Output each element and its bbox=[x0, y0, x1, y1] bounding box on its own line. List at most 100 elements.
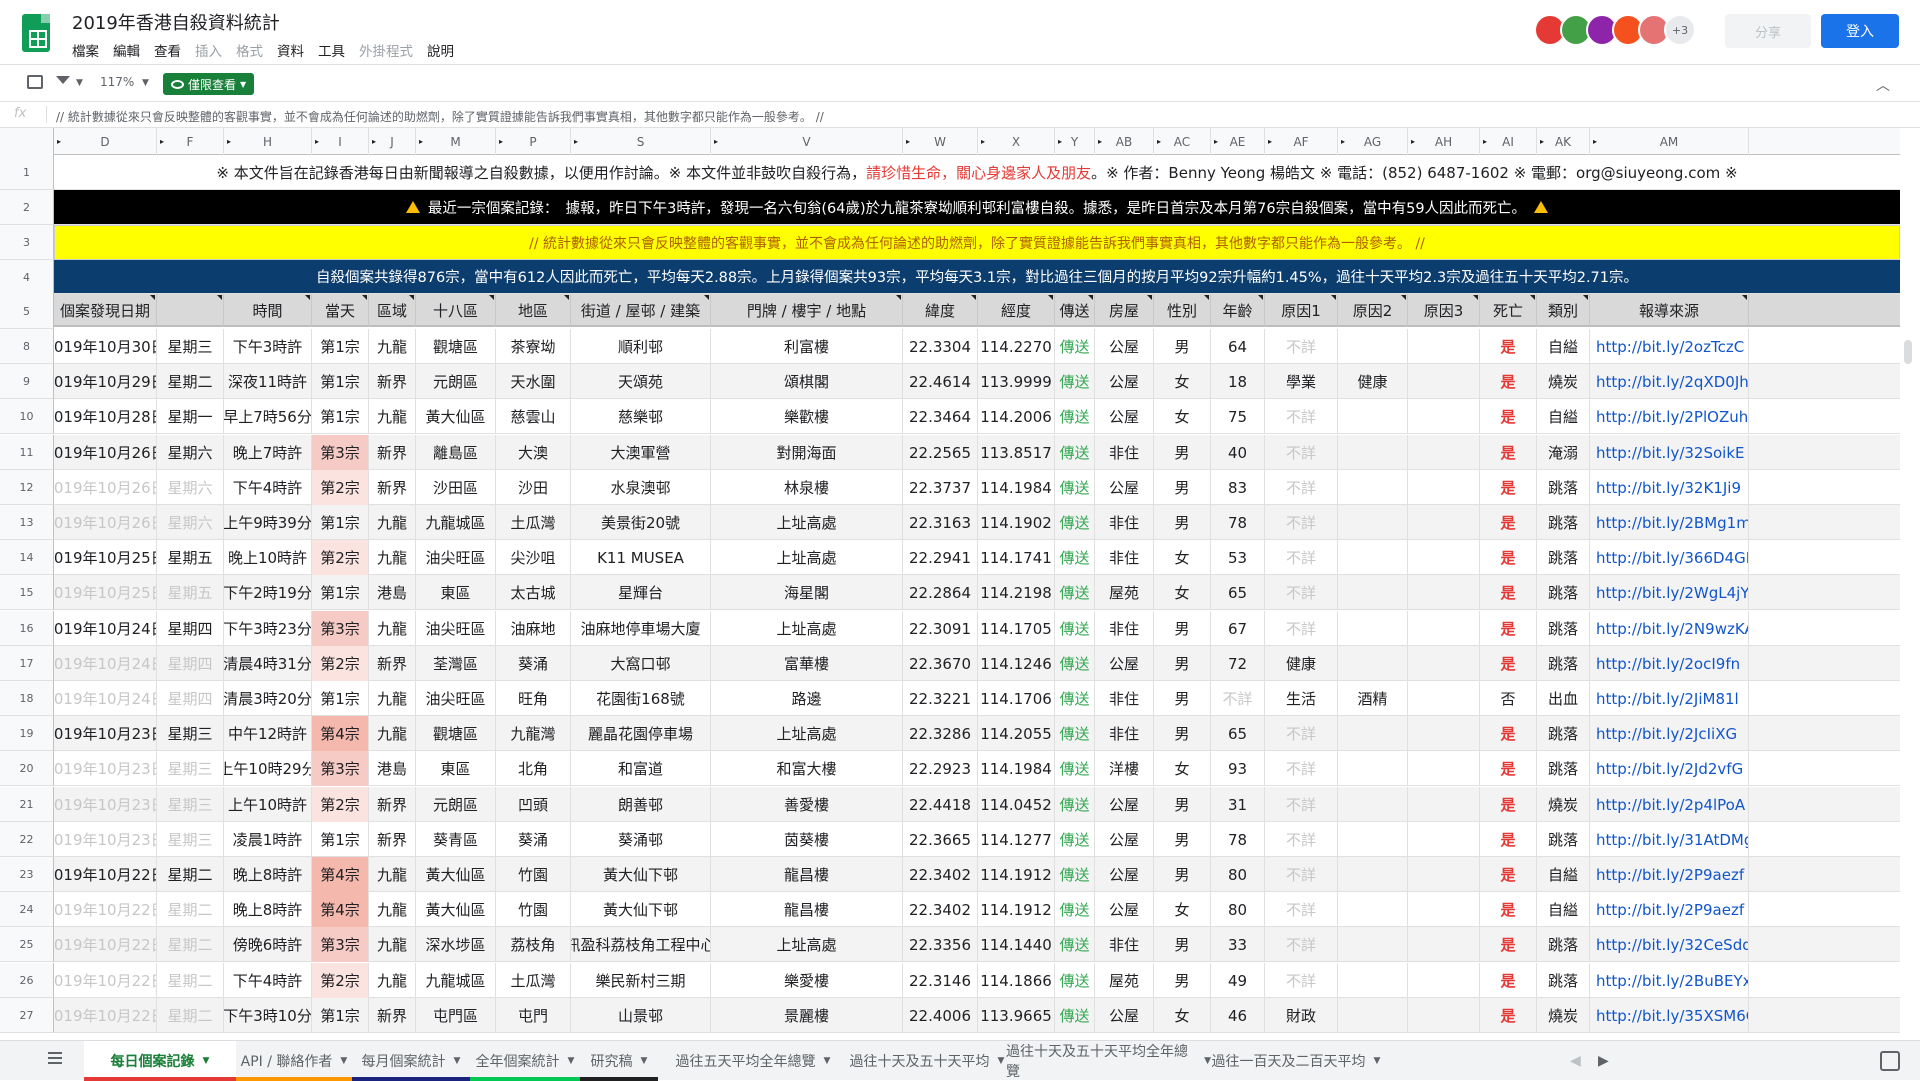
menu-item[interactable]: 格式 bbox=[236, 40, 263, 60]
hidden-columns-arrow-icon[interactable]: ▸ bbox=[981, 137, 985, 146]
row-header[interactable]: 26 bbox=[0, 963, 54, 998]
source-link[interactable]: http://bit.ly/2ozTczC bbox=[1590, 329, 1749, 364]
row-header[interactable]: 12 bbox=[0, 470, 54, 505]
row-header[interactable]: 20 bbox=[0, 751, 54, 786]
hidden-columns-arrow-icon[interactable]: ▸ bbox=[57, 137, 61, 146]
row-header[interactable]: 27 bbox=[0, 998, 54, 1033]
column-header[interactable]: D bbox=[54, 128, 157, 155]
row-header[interactable]: 25 bbox=[0, 927, 54, 962]
zoom-dropdown-icon[interactable]: ▼ bbox=[142, 78, 149, 88]
explore-icon[interactable] bbox=[1880, 1051, 1900, 1071]
all-sheets-menu-icon[interactable] bbox=[48, 1052, 62, 1064]
column-header[interactable]: V bbox=[711, 128, 903, 155]
column-header[interactable]: I bbox=[312, 128, 369, 155]
scroll-tabs-right-icon[interactable]: ▶ bbox=[1598, 1053, 1609, 1069]
row-header[interactable]: 15 bbox=[0, 575, 54, 610]
spreadsheet-grid[interactable]: D ▸ F ▸ H ▸ I ▸ J ▸ M ▸ P ▸ S ▸ V ▸ W ▸ X ▸ Y ▸ AB ▸ AC ▸ AE ▸ AF ▸ AG ▸ A… bbox=[0, 128, 1900, 1040]
sheet-tab[interactable]: 每日個案記錄 ▼ bbox=[84, 1041, 236, 1081]
menu-item[interactable]: 外掛程式 bbox=[359, 40, 413, 60]
print-icon[interactable] bbox=[27, 75, 43, 89]
source-link[interactable]: http://bit.ly/2ocI9fn bbox=[1590, 646, 1749, 681]
row-header[interactable]: 9 bbox=[0, 364, 54, 399]
menu-item[interactable]: 說明 bbox=[427, 40, 454, 60]
row-header[interactable]: 22 bbox=[0, 822, 54, 857]
source-link[interactable]: http://bit.ly/2JcIiXG bbox=[1590, 716, 1749, 751]
sheet-tab[interactable]: 過往十天及五十天平均 ▼ bbox=[848, 1041, 1006, 1081]
hidden-columns-arrow-icon[interactable]: ▸ bbox=[499, 137, 503, 146]
collapse-menus-icon[interactable]: ︿ bbox=[1876, 75, 1890, 95]
signin-button[interactable]: 登入 bbox=[1821, 14, 1899, 48]
filter-dropdown-icon[interactable]: ▼ bbox=[76, 78, 83, 88]
row-header[interactable]: 18 bbox=[0, 681, 54, 716]
chevron-down-icon[interactable]: ▼ bbox=[641, 1056, 648, 1066]
source-link[interactable]: http://bit.ly/2N9wzKA bbox=[1590, 611, 1749, 646]
share-button[interactable]: 分享 bbox=[1725, 14, 1811, 48]
hidden-columns-arrow-icon[interactable]: ▸ bbox=[574, 137, 578, 146]
column-header[interactable]: AF bbox=[1265, 128, 1338, 155]
select-all-corner[interactable] bbox=[0, 128, 54, 155]
view-only-button[interactable]: 僅限查看 ▼ bbox=[163, 73, 255, 95]
chevron-down-icon[interactable]: ▼ bbox=[340, 1056, 347, 1066]
row-header[interactable]: 17 bbox=[0, 646, 54, 681]
row-header[interactable]: 21 bbox=[0, 787, 54, 822]
column-header[interactable]: AB bbox=[1095, 128, 1154, 155]
hidden-columns-arrow-icon[interactable]: ▸ bbox=[1058, 137, 1062, 146]
column-header[interactable]: AG bbox=[1338, 128, 1408, 155]
row-header[interactable]: 13 bbox=[0, 505, 54, 540]
source-link[interactable]: http://bit.ly/2p4lPoA bbox=[1590, 787, 1749, 822]
more-collaborators-badge[interactable]: +3 bbox=[1664, 14, 1696, 46]
sheet-tab[interactable]: 過往一百天及二百天平均 ▼ bbox=[1211, 1041, 1381, 1081]
hidden-columns-arrow-icon[interactable]: ▸ bbox=[227, 137, 231, 146]
chevron-down-icon[interactable]: ▼ bbox=[824, 1056, 831, 1066]
source-link[interactable]: http://bit.ly/2P9aezf bbox=[1590, 857, 1749, 892]
column-header[interactable]: P bbox=[496, 128, 571, 155]
hidden-columns-arrow-icon[interactable]: ▸ bbox=[1540, 137, 1544, 146]
menu-item[interactable]: 查看 bbox=[154, 40, 181, 60]
row-header[interactable]: 16 bbox=[0, 611, 54, 646]
column-header[interactable]: S bbox=[571, 128, 711, 155]
chevron-down-icon[interactable]: ▼ bbox=[998, 1056, 1005, 1066]
row-header[interactable]: 23 bbox=[0, 857, 54, 892]
source-link[interactable]: http://bit.ly/2JiM81l bbox=[1590, 681, 1749, 716]
row-header[interactable]: 8 bbox=[0, 329, 54, 364]
column-header[interactable]: J bbox=[369, 128, 416, 155]
source-link[interactable]: http://bit.ly/2BuBEYx bbox=[1590, 963, 1749, 998]
hidden-columns-arrow-icon[interactable]: ▸ bbox=[160, 137, 164, 146]
row-header[interactable]: 2 bbox=[0, 190, 54, 225]
source-link[interactable]: http://bit.ly/2BMg1mq bbox=[1590, 505, 1749, 540]
sheet-tab[interactable]: 每月個案統計 ▼ bbox=[352, 1041, 470, 1081]
column-header[interactable]: M bbox=[416, 128, 496, 155]
source-link[interactable]: http://bit.ly/32CeSdd bbox=[1590, 927, 1749, 962]
column-header[interactable]: X bbox=[978, 128, 1055, 155]
menu-item[interactable]: 編輯 bbox=[113, 40, 140, 60]
row-header[interactable]: 1 bbox=[0, 155, 54, 190]
source-link[interactable]: http://bit.ly/35XSM6G bbox=[1590, 998, 1749, 1033]
source-link[interactable]: http://bit.ly/2Jd2vfG bbox=[1590, 751, 1749, 786]
menu-item[interactable]: 檔案 bbox=[72, 40, 99, 60]
column-header[interactable]: W bbox=[903, 128, 978, 155]
column-header[interactable]: AC bbox=[1154, 128, 1211, 155]
column-header[interactable]: AM bbox=[1590, 128, 1749, 155]
chevron-down-icon[interactable]: ▼ bbox=[568, 1056, 575, 1066]
chevron-down-icon[interactable]: ▼ bbox=[203, 1056, 210, 1066]
source-link[interactable]: http://bit.ly/31AtDMg bbox=[1590, 822, 1749, 857]
source-link[interactable]: http://bit.ly/366D4GE bbox=[1590, 540, 1749, 575]
column-header[interactable]: AI bbox=[1480, 128, 1537, 155]
row-header[interactable]: 4 bbox=[0, 260, 54, 295]
sheet-tab[interactable]: 過往五天平均全年總覽 ▼ bbox=[658, 1041, 848, 1081]
hidden-columns-arrow-icon[interactable]: ▸ bbox=[1098, 137, 1102, 146]
source-link[interactable]: http://bit.ly/2P9aezf bbox=[1590, 892, 1749, 927]
hidden-columns-arrow-icon[interactable]: ▸ bbox=[315, 137, 319, 146]
menu-item[interactable]: 工具 bbox=[318, 40, 345, 60]
source-link[interactable]: http://bit.ly/2WgL4jY bbox=[1590, 575, 1749, 610]
formula-input[interactable]: // 統計數據從來只會反映整體的客觀事實，並不會成為任何論述的助燃劑，除了實質證… bbox=[56, 108, 824, 125]
zoom-select[interactable]: 117% bbox=[100, 75, 134, 89]
row-header[interactable]: 19 bbox=[0, 716, 54, 751]
sheet-tab[interactable]: 過往十天及五十天平均全年總覽 ▼ bbox=[1006, 1041, 1211, 1081]
sheet-tab[interactable]: API / 聯絡作者 ▼ bbox=[236, 1041, 352, 1081]
sheet-tab[interactable]: 全年個案統計 ▼ bbox=[470, 1041, 580, 1081]
row-header[interactable]: 14 bbox=[0, 540, 54, 575]
sheets-logo-icon[interactable] bbox=[22, 14, 50, 52]
hidden-columns-arrow-icon[interactable]: ▸ bbox=[419, 137, 423, 146]
source-link[interactable]: http://bit.ly/2qXD0Jh bbox=[1590, 364, 1749, 399]
